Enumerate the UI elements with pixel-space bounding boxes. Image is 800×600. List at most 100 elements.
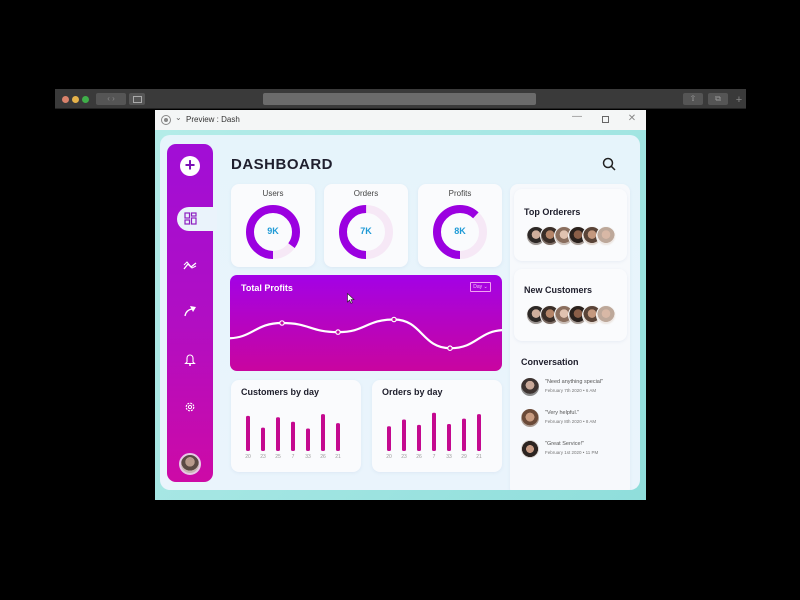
conversation-avatar: [521, 440, 539, 458]
conversation-avatar: [521, 409, 539, 427]
send-arrow-icon: [184, 306, 196, 317]
bar-tick-label: 33: [305, 454, 311, 460]
bar: [261, 427, 265, 451]
bar: [477, 414, 481, 451]
customer-avatar[interactable]: [596, 226, 616, 246]
close-button[interactable]: ✕: [625, 113, 639, 124]
page-title: DASHBOARD: [231, 156, 333, 173]
conversation-message: "Very helpful.": [545, 410, 580, 416]
dashboard-app: + DASHBOARD Users 9K Orders 7K Profits 8…: [160, 135, 640, 490]
customers-by-day-chart: 20 23 25 7 33 26 21: [245, 414, 341, 460]
tabs-overview-button[interactable]: ⧉: [708, 93, 728, 105]
profit-point: [335, 329, 341, 335]
sidebar-item-analytics[interactable]: [182, 258, 198, 274]
bar: [246, 415, 250, 451]
maximize-icon: [601, 116, 609, 123]
bar-tick-label: 23: [260, 454, 266, 460]
bar: [321, 414, 325, 451]
bar: [387, 426, 391, 451]
conversation-item[interactable]: "Very helpful." February 8th 2020 • 8 AM: [521, 409, 631, 431]
orders-by-day-card: Orders by day 20 23 26 7 33 29 21: [372, 380, 502, 472]
stat-label: Orders: [353, 189, 379, 198]
minimize-window-button[interactable]: [72, 96, 79, 103]
sidebar-item-notifications[interactable]: [182, 351, 198, 367]
user-avatar[interactable]: [179, 453, 201, 475]
back-forward-buttons[interactable]: ‹ ›: [96, 93, 126, 105]
bar: [291, 421, 295, 451]
bell-icon: [184, 354, 196, 366]
conversation-time: February 7th 2020 • 6 AM: [545, 388, 597, 393]
dashboard-grid-icon: [184, 212, 197, 225]
sidebar-item-dashboard[interactable]: [177, 207, 217, 231]
minimize-button[interactable]: —: [570, 111, 584, 122]
profit-point: [447, 345, 453, 352]
bar-tick-label: 26: [320, 454, 326, 460]
close-window-button[interactable]: [62, 96, 69, 103]
chevron-down-icon[interactable]: ⌄: [175, 113, 182, 122]
bar-tick-label: 20: [386, 454, 392, 460]
bar: [276, 417, 280, 451]
bar: [462, 418, 466, 451]
bar: [417, 424, 421, 451]
address-bar[interactable]: [263, 93, 536, 105]
stat-card-orders[interactable]: Orders 7K: [324, 184, 408, 267]
stat-value: 7K: [360, 226, 372, 236]
customers-by-day-card: Customers by day 20 23 25 7 33 26 21: [231, 380, 361, 472]
conversation-time: February 1st 2020 • 11 PM: [545, 450, 599, 455]
bar-tick-label: 7: [292, 454, 295, 460]
bar: [402, 419, 406, 451]
conversation-item[interactable]: "Need anything special" February 7th 202…: [521, 378, 631, 400]
conversation-message: "Need anything special": [545, 379, 604, 385]
top-orderers-card: Top Orderers: [514, 189, 627, 261]
sidebar-item-send[interactable]: [182, 303, 198, 319]
bar-tick-label: 20: [245, 454, 251, 460]
bar: [432, 412, 436, 451]
bar-tick-label: 26: [416, 454, 422, 460]
bar: [336, 423, 340, 451]
bar-tick-label: 21: [335, 454, 341, 460]
customer-avatar[interactable]: [596, 305, 616, 325]
conversation-time: February 8th 2020 • 8 AM: [545, 419, 597, 424]
trend-icon: [183, 261, 197, 270]
sidebar: +: [167, 144, 217, 482]
stat-card-profits[interactable]: Profits 8K: [418, 184, 502, 267]
window-titlebar: ⌄ Preview : Dash — ✕: [155, 110, 646, 130]
bar-tick-label: 33: [446, 454, 452, 460]
bar-tick-label: 21: [476, 454, 482, 460]
new-tab-button[interactable]: +: [733, 93, 745, 107]
zoom-window-button[interactable]: [82, 96, 89, 103]
total-profits-title: Total Profits: [241, 283, 293, 293]
share-button[interactable]: ⇧: [683, 93, 703, 105]
bar-tick-label: 29: [461, 454, 467, 460]
profit-point: [279, 320, 285, 326]
profit-point: [391, 316, 397, 323]
bar-tick-label: 23: [401, 454, 407, 460]
stat-label: Profits: [448, 189, 472, 198]
new-customers-card: New Customers: [514, 269, 627, 341]
new-customers-title: New Customers: [524, 285, 593, 295]
search-icon[interactable]: [602, 157, 616, 171]
stat-card-users[interactable]: Users 9K: [231, 184, 315, 267]
stat-label: Users: [262, 189, 284, 198]
bar-tick-label: 25: [275, 454, 281, 460]
sidebar-item-settings[interactable]: [182, 399, 198, 415]
conversation-title: Conversation: [521, 357, 579, 367]
period-select[interactable]: Day ⌄: [470, 282, 491, 292]
bar: [306, 428, 310, 451]
bar: [447, 424, 451, 451]
window-title: Preview : Dash: [186, 115, 240, 124]
stat-value: 9K: [267, 226, 279, 236]
conversation-message: "Great Service!": [545, 441, 585, 447]
browser-toolbar: ‹ › ⇧ ⧉ +: [55, 89, 746, 109]
add-button[interactable]: +: [180, 156, 200, 176]
conversation-item[interactable]: "Great Service!" February 1st 2020 • 11 …: [521, 440, 631, 462]
orders-by-day-chart: 20 23 26 7 33 29 21: [386, 412, 482, 460]
maximize-button[interactable]: [598, 113, 612, 126]
gear-icon: [185, 402, 195, 412]
total-profits-card: Total Profits Day ⌄: [230, 275, 502, 371]
sidebar-toggle-button[interactable]: [129, 93, 145, 105]
app-record-icon: [161, 115, 171, 125]
bar-tick-label: 7: [433, 454, 436, 460]
top-orderers-title: Top Orderers: [524, 207, 581, 217]
conversation-avatar: [521, 378, 539, 396]
